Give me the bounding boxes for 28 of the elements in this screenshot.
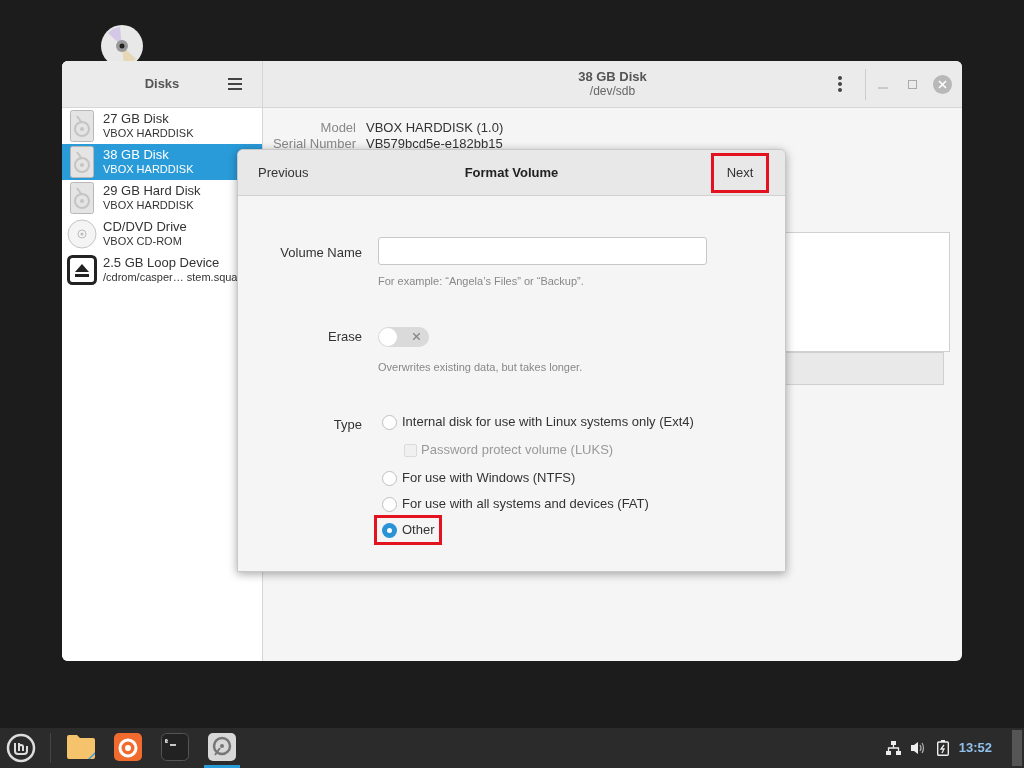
disk-name: 38 GB Disk — [103, 147, 170, 162]
hint-text: For example: “Angela’s Files” or “Backup”. — [378, 274, 585, 289]
disk-name: 2.5 GB Loop Device — [103, 255, 221, 270]
radio-label: For use with Windows (NTFS) — [402, 469, 576, 488]
radio-label: For use with all systems and devices (FAT) — [402, 495, 649, 514]
field-label: Type — [332, 416, 362, 434]
dialog-title: Format Volume — [464, 163, 559, 182]
hint-text: Overwrites existing data, but takes longer. — [378, 359, 584, 375]
sidebar-title: Disks — [144, 75, 180, 94]
checkbox-label: Password protect volume (LUKS) — [421, 441, 614, 460]
radio-label: Other — [402, 521, 435, 540]
disk-name: 29 GB Hard Disk — [103, 183, 201, 198]
disk-name: CD/DVD Drive — [103, 219, 187, 234]
disk-model: VBOX HARDDISK — [103, 126, 194, 141]
detail-label: Serial Number — [271, 136, 356, 152]
disk-name: 27 GB Disk — [103, 111, 170, 126]
window-title: 38 GB Disk — [578, 69, 647, 84]
disk-model: /cdrom/casper… stem.squa — [103, 270, 238, 285]
detail-value: VB579bcd5e-e182bb15 — [366, 136, 503, 152]
disk-model: VBOX HARDDISK — [103, 198, 195, 213]
disk-model: VBOX HARDDISK — [103, 162, 194, 177]
window-subtitle: /dev/sdb — [589, 84, 636, 99]
radio-label: Internal disk for use with Linux systems only (Ext4) — [402, 413, 694, 432]
disk-model: VBOX CD-ROM — [103, 234, 183, 249]
field-label: Volume Name — [279, 244, 362, 262]
field-label: Erase — [327, 327, 362, 346]
detail-label: Model — [319, 120, 356, 136]
detail-value: VBOX HARDDISK (1.0) — [366, 120, 504, 136]
